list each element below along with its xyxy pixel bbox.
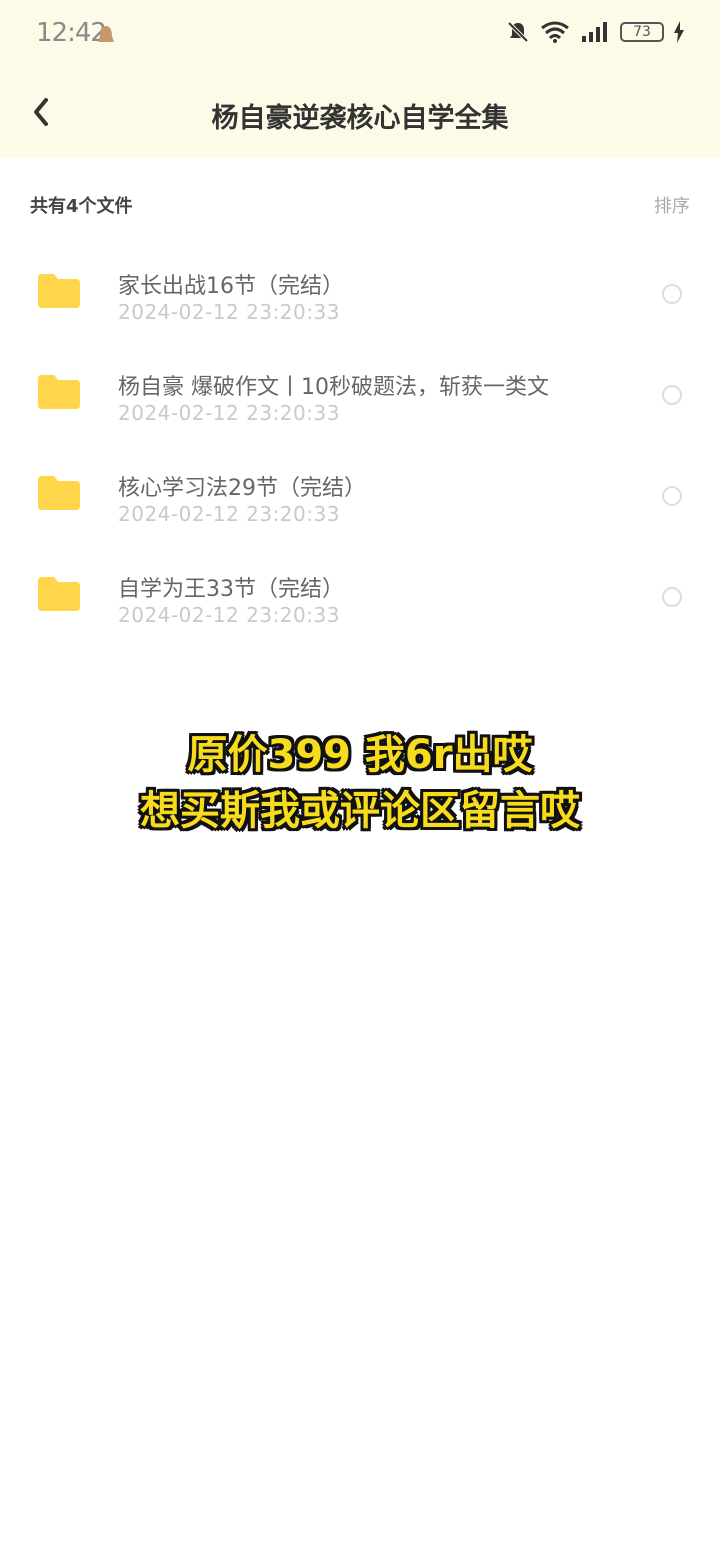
select-radio[interactable] bbox=[662, 385, 682, 405]
select-radio[interactable] bbox=[662, 587, 682, 607]
folder-date: 2024-02-12 23:20:33 bbox=[118, 300, 340, 324]
mute-icon bbox=[507, 21, 529, 43]
navigation-bar: 杨自豪逆袭核心自学全集 bbox=[0, 84, 720, 144]
signal-icon bbox=[582, 22, 607, 42]
list-item[interactable]: 自学为王33节（完结） 2024-02-12 23:20:33 bbox=[0, 545, 720, 645]
list-item[interactable]: 核心学习法29节（完结） 2024-02-12 23:20:33 bbox=[0, 444, 720, 544]
overlay-caption-line-2: 想买斯我或评论区留言哎 bbox=[140, 788, 580, 834]
notification-app-icon bbox=[98, 26, 114, 42]
folder-name: 家长出战16节（完结） bbox=[118, 274, 344, 299]
overlay-caption-line-1: 原价399 我6r出哎 bbox=[187, 732, 533, 778]
battery-icon: 73 bbox=[620, 22, 664, 42]
folder-date: 2024-02-12 23:20:33 bbox=[118, 603, 340, 627]
folder-icon bbox=[38, 476, 80, 510]
folder-name: 核心学习法29节（完结） bbox=[118, 476, 366, 501]
select-radio[interactable] bbox=[662, 486, 682, 506]
list-item[interactable]: 家长出战16节（完结） 2024-02-12 23:20:33 bbox=[0, 242, 720, 342]
page-title: 杨自豪逆袭核心自学全集 bbox=[211, 103, 509, 134]
folder-date: 2024-02-12 23:20:33 bbox=[118, 401, 340, 425]
folder-icon bbox=[38, 577, 80, 611]
folder-name: 自学为王33节（完结） bbox=[118, 577, 344, 602]
top-bar: 12:42 73 杨自豪逆袭核心自学全集 bbox=[0, 0, 720, 158]
list-item[interactable]: 杨自豪 爆破作文丨10秒破题法，斩获一类文 2024-02-12 23:20:3… bbox=[0, 343, 720, 443]
sort-button[interactable]: 排序 bbox=[654, 192, 690, 218]
select-radio[interactable] bbox=[662, 284, 682, 304]
folder-icon bbox=[38, 274, 80, 308]
folder-date: 2024-02-12 23:20:33 bbox=[118, 502, 340, 526]
file-count: 共有4个文件 bbox=[30, 196, 133, 217]
status-bar: 12:42 73 bbox=[0, 14, 720, 54]
folder-icon bbox=[38, 375, 80, 409]
status-time: 12:42 bbox=[36, 18, 107, 48]
folder-name: 杨自豪 爆破作文丨10秒破题法，斩获一类文 bbox=[118, 375, 549, 400]
charging-icon bbox=[674, 21, 684, 43]
status-icons: 73 bbox=[506, 20, 684, 44]
wifi-icon bbox=[541, 21, 569, 43]
list-header: 共有4个文件 排序 bbox=[30, 186, 690, 220]
